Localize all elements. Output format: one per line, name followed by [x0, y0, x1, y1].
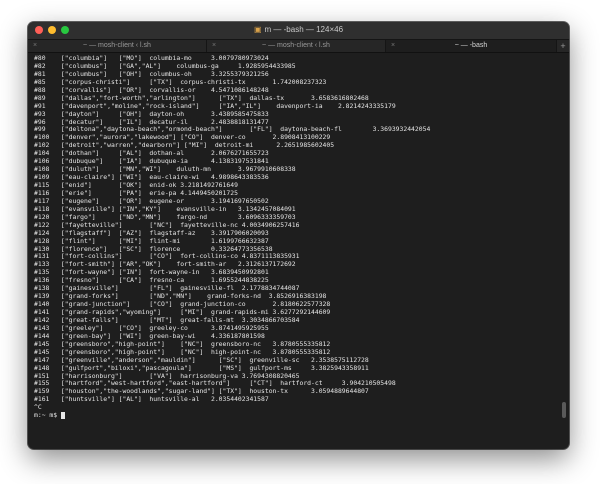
terminal-line: #161 ["huntsville"] ["AL"] huntsville-al… — [34, 395, 269, 404]
tab-label: ~ — mosh-client ‹ l.sh — [83, 42, 151, 49]
scrollbar-thumb[interactable] — [562, 402, 566, 418]
scrollbar[interactable] — [562, 56, 566, 444]
terminal-line: ^C — [34, 403, 42, 412]
home-folder-icon: ▣ — [253, 25, 262, 34]
shell-prompt: m:~ m$ — [34, 411, 61, 420]
tab-mosh-client-1[interactable]: × ~ — mosh-client ‹ l.sh — [28, 40, 207, 52]
prompt-line[interactable]: m:~ m$ — [34, 411, 554, 420]
terminal-output[interactable]: #80 ["columbia"] ["MO"] columbia-mo 3.00… — [34, 55, 554, 443]
tab-bar: × ~ — mosh-client ‹ l.sh × ~ — mosh-clie… — [28, 40, 569, 53]
tab-bash[interactable]: × ~ — -bash — [386, 40, 557, 52]
window-title: ▣ m — -bash — 124×46 — [28, 25, 569, 34]
tab-label: ~ — -bash — [454, 42, 488, 49]
close-tab-icon[interactable]: × — [212, 40, 216, 52]
terminal-window: ▣ m — -bash — 124×46 × ~ — mosh-client ‹ … — [28, 22, 569, 449]
new-tab-button[interactable]: + — [557, 40, 569, 52]
title-bar[interactable]: ▣ m — -bash — 124×46 — [28, 22, 569, 40]
text-cursor — [60, 412, 65, 420]
tab-label: ~ — mosh-client ‹ l.sh — [262, 42, 330, 49]
tab-mosh-client-2[interactable]: × ~ — mosh-client ‹ l.sh — [207, 40, 386, 52]
window-title-text: m — -bash — 124×46 — [264, 25, 344, 34]
close-tab-icon[interactable]: × — [33, 40, 37, 52]
close-tab-icon[interactable]: × — [391, 40, 395, 52]
